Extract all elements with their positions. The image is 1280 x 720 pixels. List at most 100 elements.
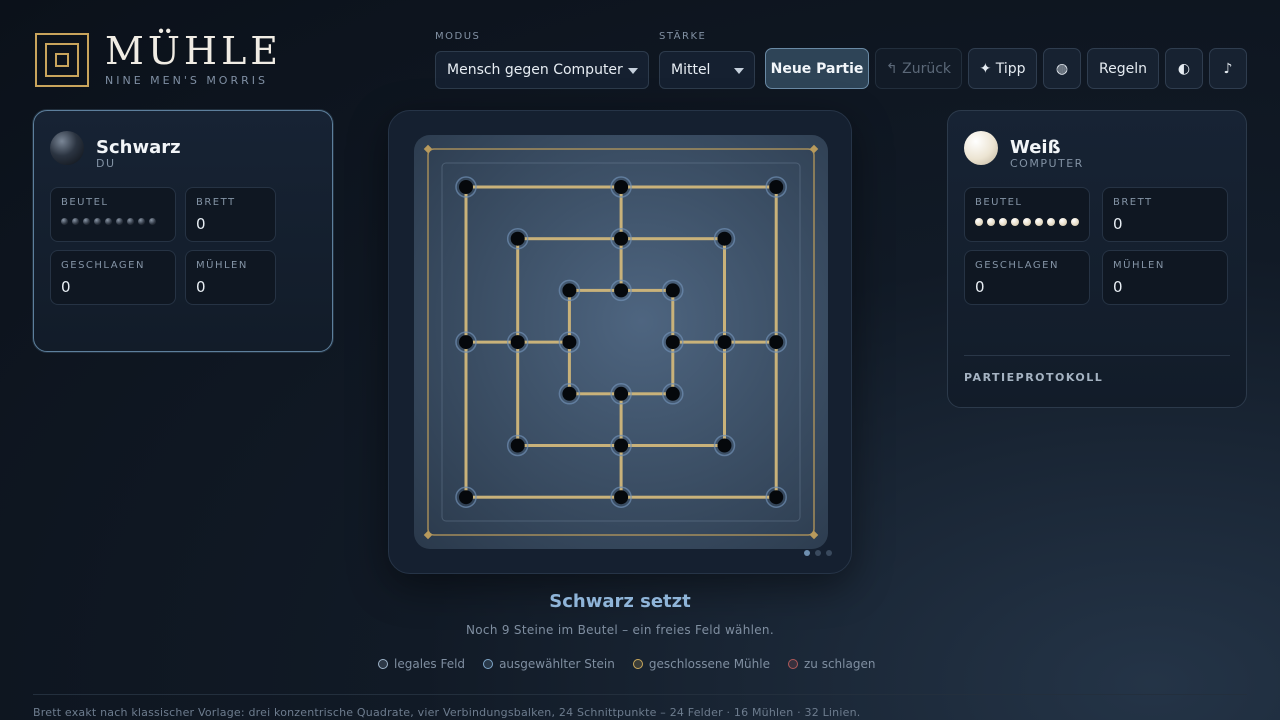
new-game-button[interactable]: Neue Partie xyxy=(765,48,869,89)
stat-label: BRETT xyxy=(196,197,236,208)
bag-stone xyxy=(138,218,145,225)
undo-button[interactable]: ↰ Zurück xyxy=(875,48,962,89)
stat-value: 0 xyxy=(975,278,985,296)
bag-stone xyxy=(1011,218,1019,226)
board-point xyxy=(510,438,525,453)
board-page-indicator xyxy=(804,550,832,556)
bag-stone xyxy=(72,218,79,225)
player-card-black: Schwarz DU BEUTEL BRETT 0 GESCHLAGEN 0 M… xyxy=(33,110,333,352)
strength-select[interactable]: Mittel xyxy=(659,51,755,89)
board-point xyxy=(769,490,784,505)
circle-pattern-icon: ◍ xyxy=(1055,60,1069,77)
game-board-frame xyxy=(388,110,852,574)
bag-stone xyxy=(1023,218,1031,226)
stat-label: MÜHLEN xyxy=(196,260,248,271)
board-point xyxy=(769,180,784,194)
player-card-white: Weiß COMPUTER BEUTEL BRETT 0 GESCHLAGEN … xyxy=(947,110,1247,408)
board-point xyxy=(614,438,629,453)
mode-select[interactable]: Mensch gegen Computer xyxy=(435,51,649,89)
board-point xyxy=(459,180,473,194)
legend-dot-icon xyxy=(483,659,494,669)
board-point xyxy=(459,490,473,505)
corner-ornament xyxy=(809,144,819,154)
mode-label: MODUS xyxy=(435,31,481,42)
stat-label: BEUTEL xyxy=(61,197,109,208)
bag-stone xyxy=(1059,218,1067,226)
legend-dot-icon xyxy=(378,659,388,669)
bag-stones xyxy=(61,218,156,225)
bag-stone xyxy=(61,218,68,225)
player-name: Schwarz xyxy=(96,137,181,158)
hint-button[interactable]: ✦ Tipp xyxy=(968,48,1037,89)
legend-item: legales Feld xyxy=(378,657,465,671)
bag-stone xyxy=(1047,218,1055,226)
legend-item: zu schlagen xyxy=(787,657,876,671)
page-dot[interactable] xyxy=(826,550,832,556)
legend-label: zu schlagen xyxy=(803,657,876,671)
strength-select-value: Mittel xyxy=(671,62,711,78)
legend-item: ausgewählter Stein xyxy=(483,657,615,671)
board-point xyxy=(717,335,732,350)
stat-mills: MÜHLEN 0 xyxy=(185,250,276,305)
bag-stone xyxy=(1071,218,1079,226)
footer-note: Brett exakt nach klassischer Vorlage: dr… xyxy=(33,706,861,719)
bag-stone xyxy=(999,218,1007,226)
bag-stone xyxy=(105,218,112,225)
bag-stone xyxy=(975,218,983,226)
board-point xyxy=(665,335,680,350)
stat-value: 0 xyxy=(1113,215,1123,233)
stat-captured: GESCHLAGEN 0 xyxy=(964,250,1090,305)
bag-stone xyxy=(987,218,995,226)
legend-dot-icon xyxy=(787,659,798,669)
chevron-down-icon xyxy=(628,68,638,74)
page-dot[interactable] xyxy=(804,550,810,556)
board-point xyxy=(614,386,629,401)
coordinates-toggle-button[interactable]: ◍ xyxy=(1043,48,1081,89)
legend-label: geschlossene Mühle xyxy=(648,657,770,671)
page-dot[interactable] xyxy=(815,550,821,556)
board-legend: legales Feld ausgewählter Stein geschlosse… xyxy=(378,657,893,671)
contrast-icon: ◐ xyxy=(1177,60,1191,77)
bag-stone xyxy=(94,218,101,225)
board-point xyxy=(510,335,525,350)
board-point xyxy=(562,386,577,401)
mode-select-value: Mensch gegen Computer xyxy=(447,62,623,78)
rules-button[interactable]: Regeln xyxy=(1087,48,1159,89)
board-point xyxy=(614,283,629,298)
game-log-heading[interactable]: PARTIEPROTOKOLL xyxy=(964,371,1103,384)
stat-label: BEUTEL xyxy=(975,197,1023,208)
player-name: Weiß xyxy=(1010,137,1061,158)
bag-stone xyxy=(116,218,123,225)
stat-mills: MÜHLEN 0 xyxy=(1102,250,1228,305)
bag-stone xyxy=(149,218,156,225)
app-subtitle: NINE MEN'S MORRIS xyxy=(105,74,268,87)
white-stone-icon xyxy=(964,131,998,165)
bag-stone xyxy=(83,218,90,225)
divider xyxy=(33,694,1247,695)
player-role: COMPUTER xyxy=(1010,157,1084,170)
sound-toggle-button[interactable]: ♪ xyxy=(1209,48,1247,89)
stat-label: BRETT xyxy=(1113,197,1153,208)
legend-item: geschlossene Mühle xyxy=(632,657,770,671)
board-point xyxy=(562,335,577,350)
stat-board: BRETT 0 xyxy=(1102,187,1228,242)
stat-bag: BEUTEL xyxy=(50,187,176,242)
board-point xyxy=(614,180,629,194)
board-point xyxy=(614,490,629,505)
bag-stone xyxy=(1035,218,1043,226)
strength-label: STÄRKE xyxy=(659,31,707,42)
black-stone-icon xyxy=(50,131,84,165)
turn-hint: Noch 9 Steine im Beutel – ein freies Fel… xyxy=(466,623,774,637)
stat-label: MÜHLEN xyxy=(1113,260,1165,271)
legend-label: legales Feld xyxy=(394,657,466,671)
stat-value: 0 xyxy=(61,278,71,296)
board-point xyxy=(769,335,784,350)
board-point xyxy=(562,283,577,298)
theme-toggle-button[interactable]: ◐ xyxy=(1165,48,1203,89)
stat-bag: BEUTEL xyxy=(964,187,1090,242)
mill-board-logo-icon xyxy=(35,32,89,87)
corner-ornament xyxy=(423,144,433,154)
stat-captured: GESCHLAGEN 0 xyxy=(50,250,176,305)
legend-label: ausgewählter Stein xyxy=(499,657,615,671)
game-board xyxy=(414,135,828,549)
